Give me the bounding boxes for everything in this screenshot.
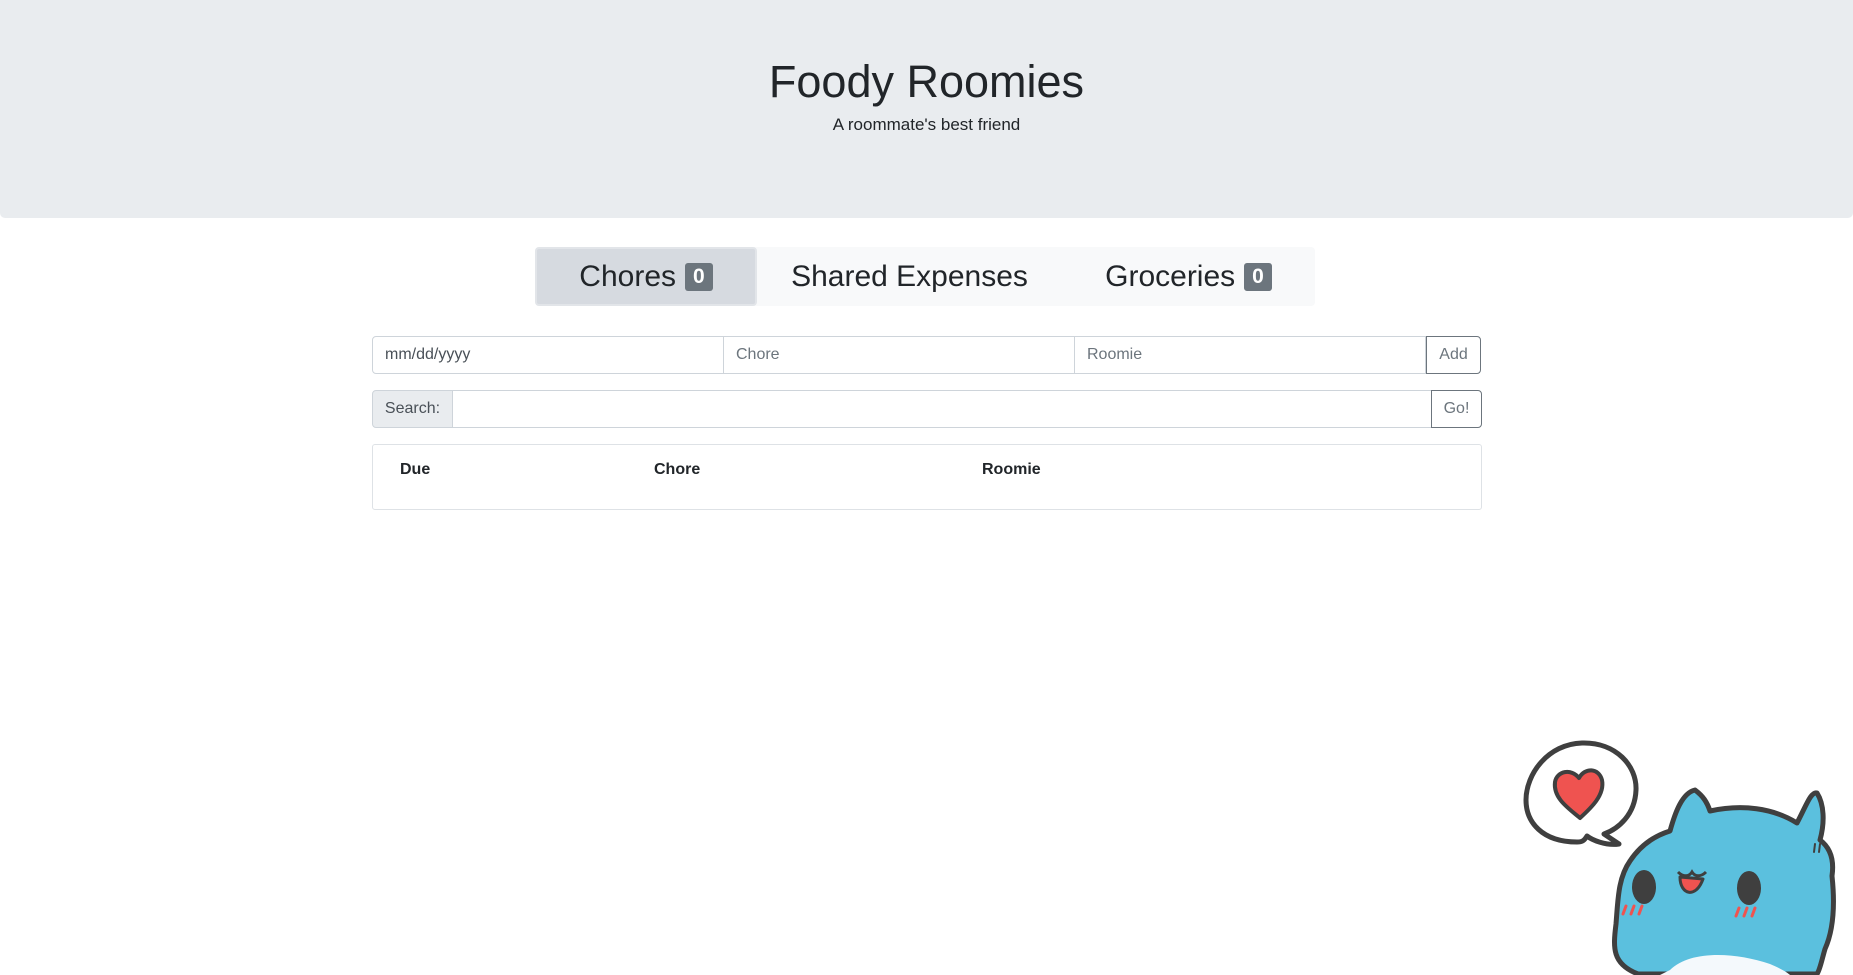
add-chore-form: Add bbox=[372, 336, 1482, 374]
cat-icon bbox=[1612, 787, 1837, 975]
add-button[interactable]: Add bbox=[1426, 336, 1481, 374]
roomie-input[interactable] bbox=[1074, 336, 1426, 374]
go-button[interactable]: Go! bbox=[1431, 390, 1482, 428]
bugcat-heart-mascot-icon bbox=[1523, 740, 1837, 975]
tab-groceries[interactable]: Groceries 0 bbox=[1062, 247, 1315, 306]
search-bar: Search: Go! bbox=[372, 390, 1482, 428]
search-input[interactable] bbox=[453, 390, 1432, 428]
header-banner: Foody Roomies A roommate's best friend bbox=[0, 0, 1853, 218]
column-header-due[interactable]: Due bbox=[400, 461, 430, 479]
chores-table: Due Chore Roomie bbox=[372, 444, 1482, 510]
due-date-input[interactable] bbox=[372, 336, 724, 374]
tab-shared-expenses[interactable]: Shared Expenses bbox=[757, 247, 1062, 306]
column-header-chore[interactable]: Chore bbox=[654, 461, 700, 479]
search-label: Search: bbox=[372, 390, 453, 428]
column-header-roomie[interactable]: Roomie bbox=[982, 461, 1041, 479]
tab-chores-label: Chores bbox=[579, 259, 677, 293]
page-title: Foody Roomies bbox=[768, 56, 1085, 107]
tab-shared-expenses-label: Shared Expenses bbox=[791, 259, 1028, 293]
chores-count-badge: 0 bbox=[685, 262, 713, 291]
page-subtitle: A roommate's best friend bbox=[832, 115, 1021, 134]
tab-groceries-label: Groceries bbox=[1105, 259, 1236, 293]
speech-bubble-icon bbox=[1523, 740, 1639, 847]
chore-input[interactable] bbox=[723, 336, 1075, 374]
groceries-count-badge: 0 bbox=[1244, 262, 1272, 291]
tab-bar: Chores 0 Shared Expenses Groceries 0 bbox=[535, 247, 1315, 306]
tab-chores[interactable]: Chores 0 bbox=[535, 247, 757, 306]
